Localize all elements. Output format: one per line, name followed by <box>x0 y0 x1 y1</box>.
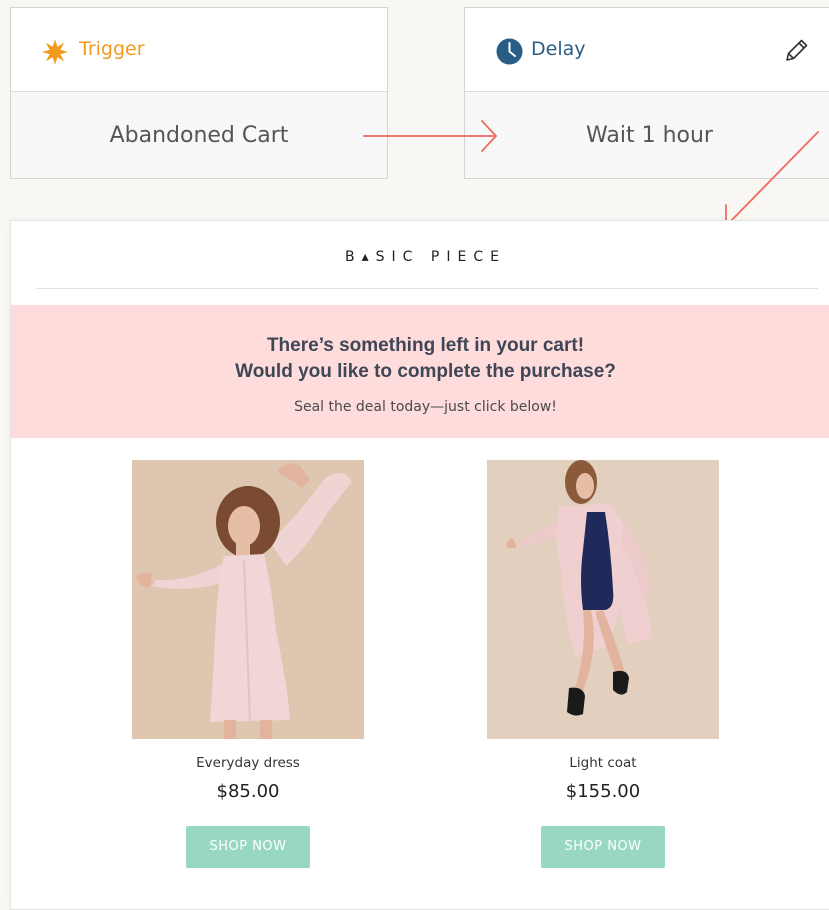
connector-arrow-down-left <box>725 131 819 227</box>
brand-logo: B▴SIC PIECE <box>345 249 506 265</box>
product-card: Everyday dress $85.00 SHOP NOW <box>132 460 364 868</box>
product-price: $85.00 <box>216 781 280 802</box>
shop-now-button[interactable]: SHOP NOW <box>541 826 665 868</box>
cart-reminder-banner: There’s something left in your cart! Wou… <box>11 305 829 438</box>
brand-divider <box>36 288 818 289</box>
product-name: Everyday dress <box>196 755 300 771</box>
product-name: Light coat <box>569 755 637 771</box>
banner-headline-line1: There’s something left in your cart! <box>266 335 585 356</box>
banner-headline: There’s something left in your cart! Wou… <box>11 305 829 385</box>
connector-arrow-right <box>363 120 498 152</box>
banner-headline-line2: Would you like to complete the purchase? <box>235 361 616 382</box>
connector-arrows <box>363 120 819 227</box>
email-preview: B▴SIC PIECE There’s something left in yo… <box>10 220 829 910</box>
product-card: Light coat $155.00 SHOP NOW <box>487 460 719 868</box>
product-image-coat[interactable] <box>487 460 719 739</box>
product-price: $155.00 <box>565 781 641 802</box>
shop-now-button[interactable]: SHOP NOW <box>186 826 310 868</box>
product-image-dress[interactable] <box>132 460 364 739</box>
banner-subline: Seal the deal today—just click below! <box>294 399 557 415</box>
